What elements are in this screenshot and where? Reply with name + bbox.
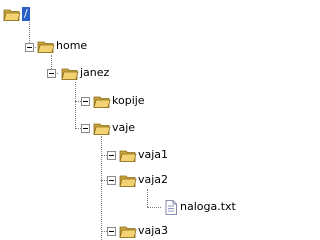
tree-node-kopije[interactable]: kopije	[93, 93, 145, 109]
tree-connector	[75, 82, 76, 129]
tree-connector	[147, 207, 161, 208]
tree-node-label: naloga.txt	[180, 200, 236, 213]
tree-connector	[101, 136, 102, 240]
tree-node-label: vaja3	[138, 224, 169, 237]
folder-icon	[119, 175, 137, 187]
folder-icon	[37, 41, 55, 53]
folder-icon	[61, 68, 79, 80]
tree-node-label: home	[56, 39, 88, 52]
tree-node-janez[interactable]: janez	[61, 65, 109, 81]
text-file-icon	[165, 199, 177, 215]
collapse-toggle[interactable]	[25, 43, 34, 52]
tree-node-label: kopije	[112, 94, 145, 107]
folder-icon	[93, 123, 111, 135]
tree-node-home[interactable]: home	[37, 38, 87, 54]
tree-node-vaje[interactable]: vaje	[93, 120, 135, 136]
tree-node-label: /	[22, 7, 30, 21]
collapse-toggle[interactable]	[47, 69, 56, 78]
folder-icon	[93, 96, 111, 108]
collapse-toggle[interactable]	[107, 151, 116, 160]
tree-node-vaja1[interactable]: vaja1	[119, 147, 168, 163]
directory-tree: / home janez kopije vaje vaja1 vaja2 nal…	[0, 0, 259, 240]
tree-node-vaja2[interactable]: vaja2	[119, 172, 168, 188]
open-folder-icon	[3, 9, 21, 21]
collapse-toggle[interactable]	[107, 227, 116, 236]
collapse-toggle[interactable]	[107, 176, 116, 185]
tree-node-root[interactable]: /	[3, 6, 30, 22]
tree-node-label: janez	[80, 66, 110, 79]
tree-node-label: vaje	[112, 121, 136, 134]
tree-node-naloga-txt[interactable]: naloga.txt	[165, 199, 236, 215]
folder-icon	[119, 150, 137, 162]
collapse-toggle[interactable]	[81, 124, 90, 133]
collapse-toggle[interactable]	[81, 97, 90, 106]
tree-node-vaja3[interactable]: vaja3	[119, 223, 168, 239]
tree-node-label: vaja1	[138, 148, 169, 161]
folder-icon	[119, 226, 137, 238]
tree-node-label: vaja2	[138, 173, 169, 186]
tree-connector	[147, 189, 148, 207]
